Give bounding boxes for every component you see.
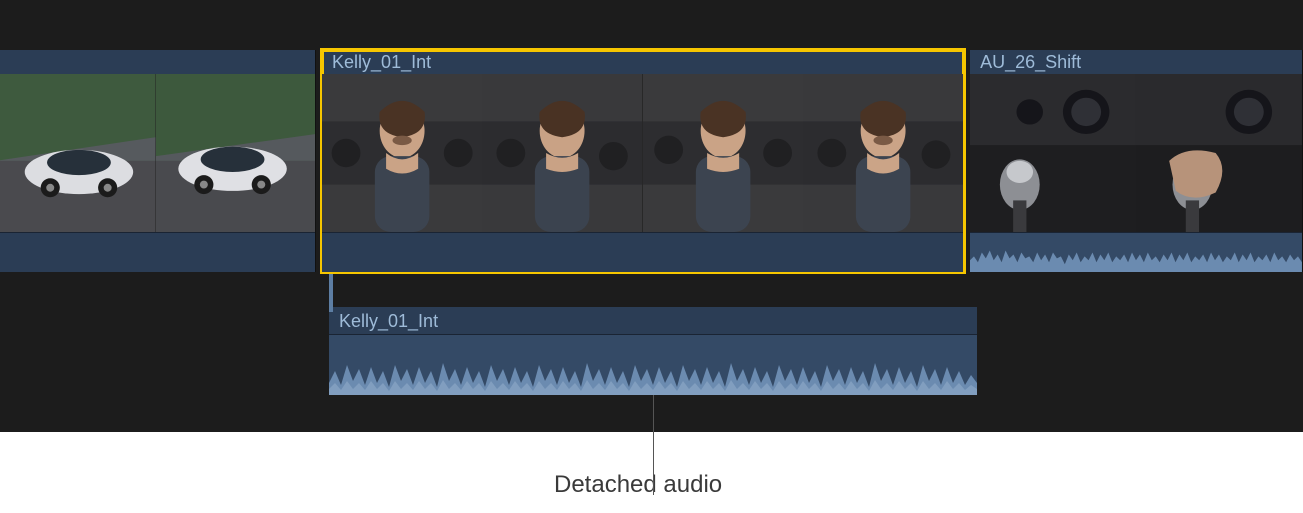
thumbnail (1136, 74, 1302, 232)
clip-label: AU_26_Shift (970, 50, 1302, 74)
clip-label: Kelly_01_Int (322, 50, 963, 74)
thumbnail (803, 74, 963, 232)
thumbnail-row (970, 74, 1302, 232)
waveform (329, 335, 977, 395)
attach-handle[interactable] (329, 272, 333, 312)
thumbnail-row (0, 74, 315, 232)
clip-audio-band (322, 232, 963, 272)
thumbnail (643, 74, 803, 232)
video-clip[interactable]: AU_26_Shift (970, 50, 1303, 272)
clip-audio-band (0, 232, 315, 272)
callout-label: Detached audio (554, 471, 722, 499)
video-track: Kelly_01_Int (0, 50, 1303, 272)
video-clip[interactable] (0, 50, 316, 272)
detached-audio-clip[interactable]: Kelly_01_Int (329, 307, 977, 395)
thumbnail (970, 74, 1136, 232)
clip-audio-band[interactable] (970, 232, 1302, 272)
thumbnail (482, 74, 642, 232)
clip-label: Kelly_01_Int (329, 307, 977, 335)
callout-line (653, 395, 654, 495)
thumbnail (322, 74, 482, 232)
waveform (970, 233, 1302, 272)
video-clip-selected[interactable]: Kelly_01_Int (322, 50, 964, 272)
thumbnail (156, 74, 316, 232)
timeline[interactable]: Kelly_01_Int (0, 0, 1303, 432)
thumbnail-row (322, 74, 963, 232)
thumbnail (0, 74, 156, 232)
